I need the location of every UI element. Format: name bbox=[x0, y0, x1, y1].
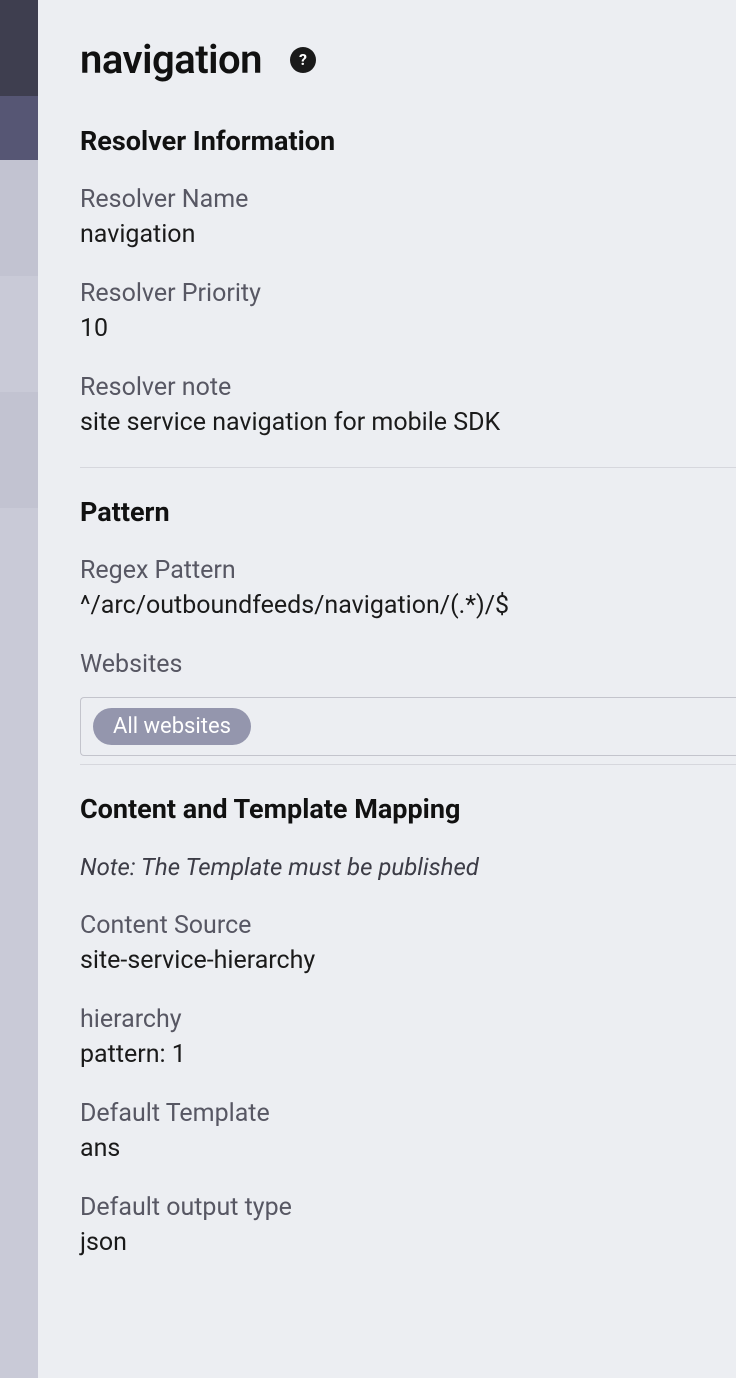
field-hierarchy: hierarchy pattern: 1 bbox=[80, 1005, 736, 1069]
field-value: pattern: 1 bbox=[80, 1040, 736, 1069]
field-resolver-name: Resolver Name navigation bbox=[80, 185, 736, 249]
field-label: Resolver Name bbox=[80, 185, 736, 214]
section-pattern: Pattern Regex Pattern ^/arc/outboundfeed… bbox=[80, 496, 736, 756]
page-title: navigation bbox=[80, 36, 262, 83]
section-resolver-information: Resolver Information Resolver Name navig… bbox=[80, 125, 736, 437]
field-value: json bbox=[80, 1228, 736, 1257]
field-resolver-note: Resolver note site service navigation fo… bbox=[80, 373, 736, 437]
rail-segment[interactable] bbox=[0, 0, 38, 96]
field-default-template: Default Template ans bbox=[80, 1099, 736, 1163]
field-value: 10 bbox=[80, 314, 736, 343]
rail-segment bbox=[0, 508, 38, 1378]
field-value: site-service-hierarchy bbox=[80, 946, 736, 975]
website-chip[interactable]: All websites bbox=[93, 708, 251, 745]
divider bbox=[80, 764, 736, 765]
field-label: Resolver Priority bbox=[80, 279, 736, 308]
field-default-output-type: Default output type json bbox=[80, 1193, 736, 1257]
section-note: Note: The Template must be published bbox=[80, 853, 736, 881]
field-value: ans bbox=[80, 1134, 736, 1163]
field-value: navigation bbox=[80, 220, 736, 249]
rail-segment[interactable] bbox=[0, 276, 38, 392]
field-regex-pattern: Regex Pattern ^/arc/outboundfeeds/naviga… bbox=[80, 556, 736, 620]
field-value: ^/arc/outboundfeeds/navigation/(.*)/$ bbox=[80, 591, 736, 620]
rail-segment[interactable] bbox=[0, 160, 38, 276]
rail-segment[interactable] bbox=[0, 96, 38, 160]
rail-segment[interactable] bbox=[0, 392, 38, 508]
field-websites: Websites All websites bbox=[80, 650, 736, 756]
field-content-source: Content Source site-service-hierarchy bbox=[80, 911, 736, 975]
field-value: site service navigation for mobile SDK bbox=[80, 408, 736, 437]
section-heading: Resolver Information bbox=[80, 125, 736, 157]
left-rail bbox=[0, 0, 38, 1378]
detail-panel: navigation ? Resolver Information Resolv… bbox=[38, 0, 736, 1378]
field-label: Content Source bbox=[80, 911, 736, 940]
field-label: Default Template bbox=[80, 1099, 736, 1128]
field-label: hierarchy bbox=[80, 1005, 736, 1034]
field-label: Websites bbox=[80, 650, 736, 679]
field-label: Default output type bbox=[80, 1193, 736, 1222]
field-label: Regex Pattern bbox=[80, 556, 736, 585]
field-resolver-priority: Resolver Priority 10 bbox=[80, 279, 736, 343]
divider bbox=[80, 467, 736, 468]
section-heading: Content and Template Mapping bbox=[80, 793, 736, 825]
websites-input[interactable]: All websites bbox=[80, 697, 736, 756]
help-icon[interactable]: ? bbox=[290, 47, 316, 73]
field-label: Resolver note bbox=[80, 373, 736, 402]
section-content-template-mapping: Content and Template Mapping Note: The T… bbox=[80, 793, 736, 1257]
section-heading: Pattern bbox=[80, 496, 736, 528]
